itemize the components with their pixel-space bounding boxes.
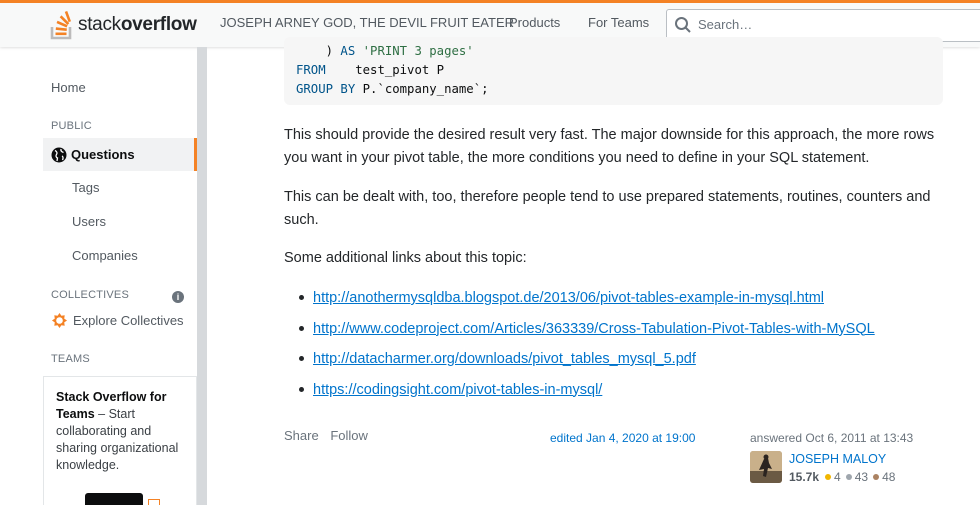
sidebar-item-companies[interactable]: Companies	[72, 248, 138, 263]
user-reputation: 15.7k 4 43 48	[789, 470, 899, 484]
silver-badge-count: 43	[854, 470, 869, 484]
nav-user-link[interactable]: JOSEPH ARNEY GOD, THE DEVIL FRUIT EATER	[220, 15, 514, 30]
list-item: http://anothermysqldba.blogspot.de/2013/…	[299, 287, 875, 318]
globe-icon	[51, 147, 67, 162]
avatar-image	[750, 451, 782, 483]
stackoverflow-logo[interactable]: stackoverflow	[50, 7, 197, 43]
sidebar-item-home[interactable]: Home	[51, 80, 86, 95]
silver-badge-icon	[845, 474, 852, 480]
external-link[interactable]: http://datacharmer.org/downloads/pivot_t…	[313, 351, 696, 367]
nav-for-teams-link[interactable]: For Teams	[588, 15, 649, 30]
search-input[interactable]	[698, 17, 978, 32]
teams-promo: Stack Overflow for Teams – Start collabo…	[43, 376, 197, 505]
answer-paragraph: Some additional links about this topic:	[284, 250, 527, 266]
sidebar-item-questions-label: Questions	[71, 147, 135, 162]
answer-paragraph: This should provide the desired result v…	[284, 127, 935, 166]
edited-link[interactable]: edited Jan 4, 2020 at 19:00	[550, 431, 695, 445]
external-link[interactable]: https://codingsight.com/pivot-tables-in-…	[313, 382, 602, 398]
teams-illustration-accent	[148, 499, 160, 505]
sidebar-heading-collectives: COLLECTIVES	[51, 289, 130, 301]
links-list: http://anothermysqldba.blogspot.de/2013/…	[299, 287, 875, 409]
user-name-link[interactable]: JOSEPH MALOY	[789, 452, 886, 466]
sidebar-heading-public: PUBLIC	[51, 120, 92, 132]
sidebar-scrollbar[interactable]	[197, 47, 207, 505]
stack-logo-icon	[50, 10, 72, 40]
share-button[interactable]: Share	[284, 428, 319, 443]
bronze-badge-count: 48	[882, 470, 896, 484]
gold-badge-icon	[825, 474, 832, 480]
nav-products-link[interactable]: Products	[509, 15, 560, 30]
answer-paragraph: This can be dealt with, too, therefore p…	[284, 189, 931, 228]
explore-collectives-label: Explore Collectives	[73, 313, 184, 328]
avatar[interactable]	[750, 451, 782, 483]
external-link[interactable]: http://anothermysqldba.blogspot.de/2013/…	[313, 290, 824, 306]
search-icon	[675, 17, 691, 33]
list-item: http://datacharmer.org/downloads/pivot_t…	[299, 348, 875, 379]
code-block: ) AS 'PRINT 3 pages' FROM test_pivot P G…	[284, 37, 943, 105]
follow-button[interactable]: Follow	[330, 428, 368, 443]
gold-badge-count: 4	[834, 470, 841, 484]
list-item: https://codingsight.com/pivot-tables-in-…	[299, 379, 875, 410]
info-icon[interactable]: i	[172, 291, 184, 303]
sidebar-item-questions[interactable]: Questions	[43, 138, 197, 171]
sidebar-item-tags[interactable]: Tags	[72, 180, 99, 195]
post-menu: Share Follow	[284, 428, 376, 443]
logo-text: stackoverflow	[78, 14, 197, 35]
reputation-score: 15.7k	[789, 470, 820, 484]
external-link[interactable]: http://www.codeproject.com/Articles/3633…	[313, 321, 875, 337]
list-item: http://www.codeproject.com/Articles/3633…	[299, 318, 875, 349]
answer-body: ) AS 'PRINT 3 pages' FROM test_pivot P G…	[207, 37, 980, 505]
sidebar-heading-teams: TEAMS	[51, 353, 90, 365]
sidebar-item-users[interactable]: Users	[72, 214, 106, 229]
left-sidebar: Home PUBLIC Questions Tags Users Compani…	[0, 47, 207, 505]
sidebar-item-explore-collectives[interactable]: Explore Collectives	[51, 312, 184, 329]
answered-timestamp: answered Oct 6, 2011 at 13:43	[750, 431, 914, 445]
collectives-icon	[51, 312, 68, 329]
teams-illustration	[85, 493, 143, 505]
bronze-badge-icon	[873, 474, 880, 480]
